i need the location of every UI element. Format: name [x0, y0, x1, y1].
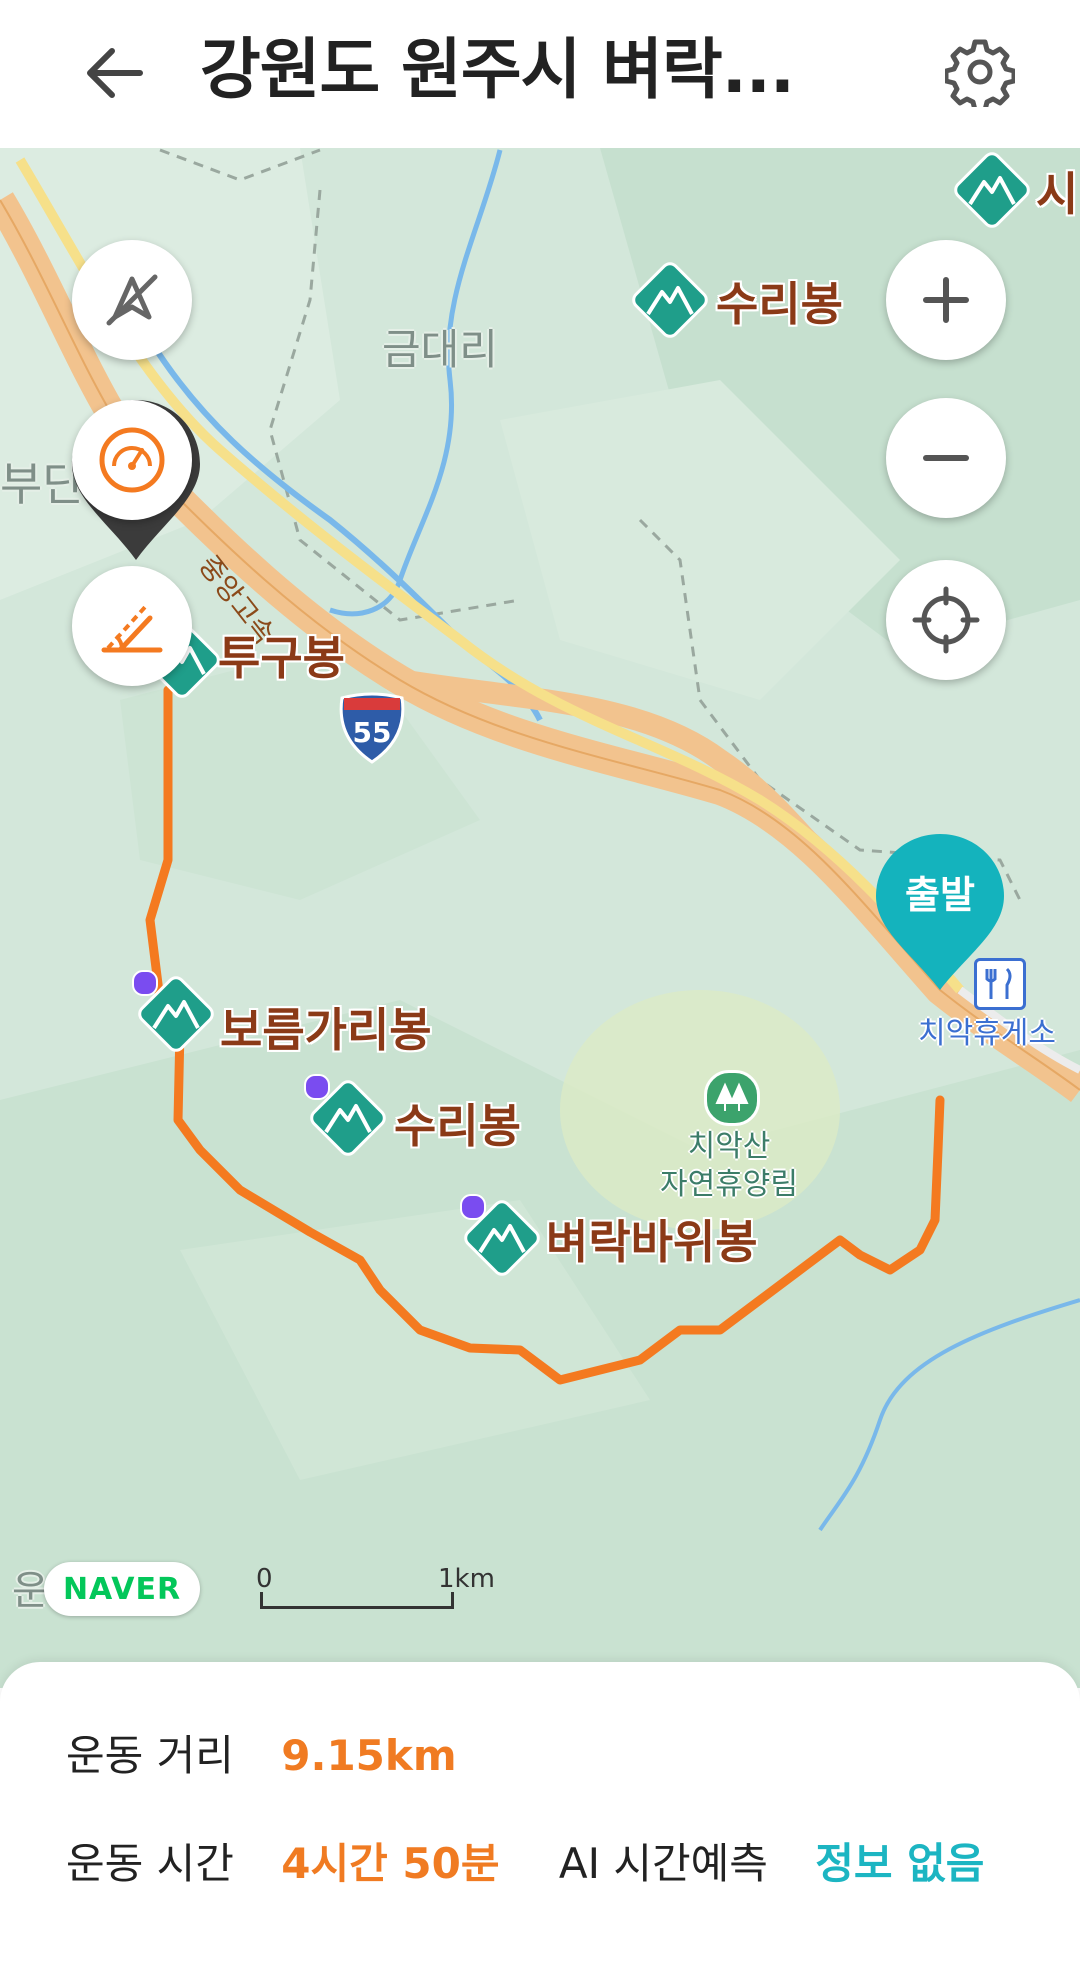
forest-poi-label: 치악산 자연휴양림 — [660, 1129, 798, 1202]
peak-label: 벼락바위봉 — [546, 1215, 758, 1269]
naver-attribution: NAVER — [44, 1562, 200, 1616]
arrow-left-icon — [87, 48, 143, 98]
compass-button[interactable] — [72, 240, 192, 360]
start-marker-label: 출발 — [905, 873, 975, 917]
page-title: 강원도 원주시 벼락... — [200, 31, 795, 108]
minus-icon — [923, 455, 969, 461]
peak-label: 보름가리봉 — [220, 1003, 432, 1057]
highway-shield: 55 — [334, 690, 410, 766]
peak-label: 투구봉 — [218, 631, 345, 685]
summary-panel: 운동 거리 9.15km 운동 시간 4시간 50분 AI 시간예측 정보 없음 — [0, 1662, 1080, 1964]
scale-start-label: 0 — [256, 1564, 273, 1594]
time-label: 운동 시간 — [66, 1839, 234, 1888]
plus-icon — [923, 277, 969, 323]
zoom-in-button[interactable] — [886, 240, 1006, 360]
speed-button[interactable] — [72, 400, 192, 520]
map-view[interactable]: 금대리 부단 운학리 중앙고속 55 시 수리봉 투구봉 — [0, 148, 1080, 1688]
gauge-icon — [99, 427, 165, 493]
peak-label: 시 — [1036, 167, 1079, 221]
settings-button[interactable] — [930, 22, 1030, 122]
mountain-icon — [632, 262, 708, 338]
peak-label: 수리봉 — [394, 1099, 521, 1153]
highway-number: 55 — [352, 716, 392, 749]
time-row: 운동 시간 4시간 50분 AI 시간예측 정보 없음 — [66, 1830, 984, 1891]
compass-off-icon — [106, 274, 158, 326]
header-bar: 강원도 원주시 벼락... — [0, 0, 1080, 148]
distance-label: 운동 거리 — [66, 1731, 234, 1780]
waypoint-dot — [460, 1194, 486, 1220]
rest-area-label: 치악휴게소 — [918, 1016, 1056, 1051]
peak-marker[interactable] — [628, 258, 712, 342]
scale-end-label: 1km — [438, 1564, 495, 1594]
back-button[interactable] — [70, 28, 160, 118]
waypoint-dot — [304, 1074, 330, 1100]
peak-label: 수리봉 — [716, 277, 843, 331]
scale-bar: 0 1km — [256, 1564, 496, 1624]
mountain-icon — [954, 152, 1030, 228]
ai-prediction-label: AI 시간예측 — [558, 1839, 768, 1888]
waypoint-dot — [132, 970, 158, 996]
forest-poi-icon — [704, 1070, 760, 1126]
zoom-out-button[interactable] — [886, 398, 1006, 518]
distance-value: 9.15km — [281, 1731, 457, 1780]
gear-icon — [945, 39, 1015, 107]
distance-row: 운동 거리 9.15km — [66, 1722, 457, 1783]
area-label-geumdae: 금대리 — [382, 325, 498, 374]
ai-prediction-value: 정보 없음 — [815, 1839, 985, 1888]
locate-button[interactable] — [886, 560, 1006, 680]
peak-marker[interactable] — [950, 148, 1034, 232]
time-value: 4시간 50분 — [281, 1839, 500, 1888]
slope-button[interactable] — [72, 566, 192, 686]
scale-line — [260, 1592, 454, 1609]
slope-icon — [101, 604, 163, 653]
crosshair-icon — [912, 586, 980, 654]
